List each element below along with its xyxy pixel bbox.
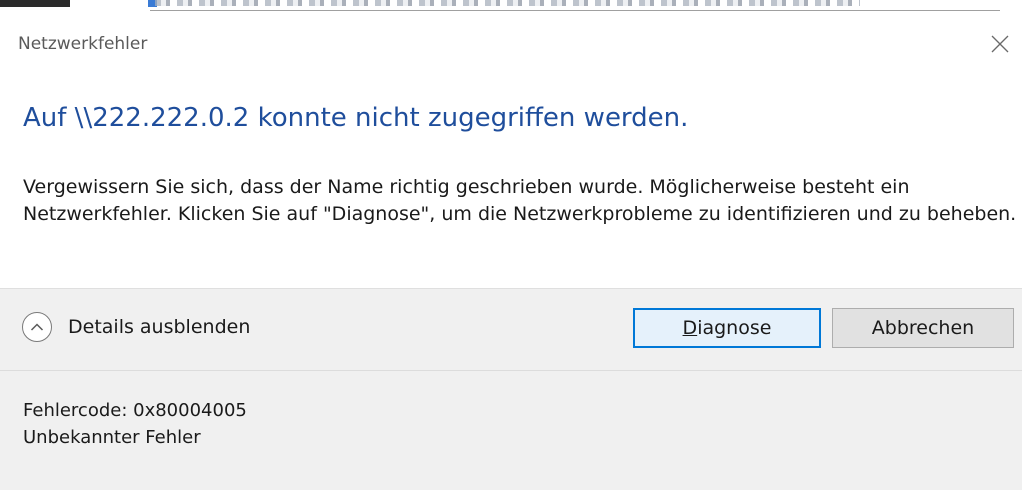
cancel-button[interactable]: Abbrechen — [832, 308, 1014, 348]
network-error-dialog: Netzwerkfehler Auf \\222.222.0.2 konnte … — [0, 0, 1022, 490]
error-details: Fehlercode: 0x80004005 Unbekannter Fehle… — [23, 397, 247, 451]
error-description: Unbekannter Fehler — [23, 427, 201, 448]
details-toggle-label: Details ausblenden — [68, 316, 251, 338]
details-toggle[interactable]: Details ausblenden — [22, 312, 250, 342]
close-icon — [991, 35, 1009, 53]
background-window-remnant — [0, 0, 1022, 14]
diagnose-button[interactable]: Diagnose — [633, 308, 821, 348]
error-message: Vergewissern Sie sich, dass der Name ric… — [23, 176, 1017, 225]
error-heading: Auf \\222.222.0.2 konnte nicht zugegriff… — [23, 103, 689, 133]
chevron-up-icon — [22, 312, 52, 342]
dialog-footer: Details ausblenden Diagnose Abbrechen Fe… — [0, 288, 1022, 490]
diagnose-label: iagnose — [697, 317, 772, 339]
diagnose-accelerator: D — [682, 317, 698, 339]
error-code: Fehlercode: 0x80004005 — [23, 400, 247, 421]
dialog-title: Netzwerkfehler — [18, 34, 148, 54]
divider — [0, 370, 1022, 371]
close-button[interactable] — [984, 28, 1016, 60]
